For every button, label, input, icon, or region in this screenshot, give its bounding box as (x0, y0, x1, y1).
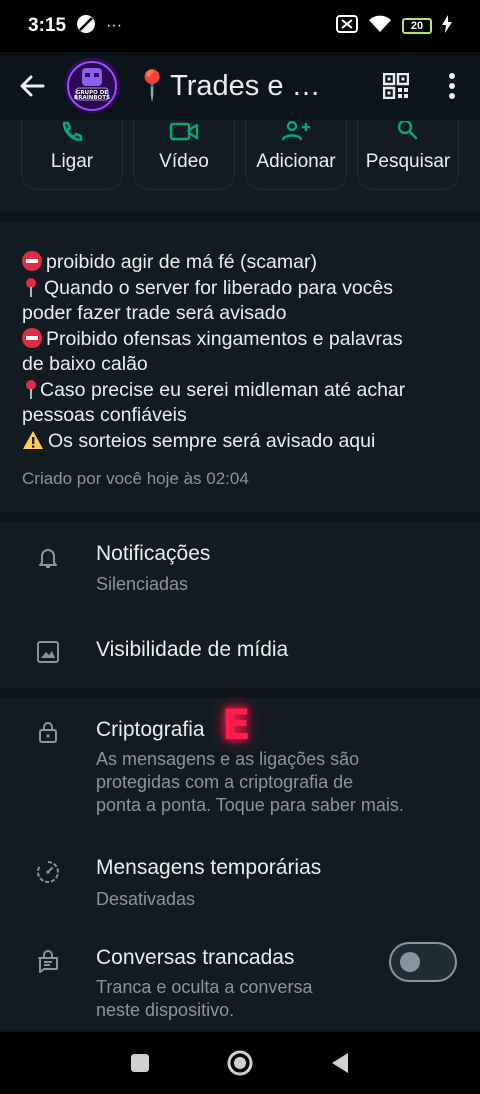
chat-info-header: GRUPO DE BRAINBOTS 📍Trades e pvp (0, 52, 480, 120)
search-button[interactable]: Pesquisar (357, 120, 459, 190)
video-call-button[interactable]: Vídeo (133, 120, 235, 190)
bell-icon (36, 546, 60, 570)
qr-code-icon (383, 73, 409, 99)
section-divider (0, 688, 480, 698)
description-created-meta: Criado por você hoje às 02:04 (22, 469, 249, 488)
search-icon (396, 121, 420, 141)
warning-icon (22, 430, 44, 450)
settings-list: Notificações Silenciadas Visibilidade de… (0, 522, 480, 1030)
description-line: Quando o server for liberado para vocês (22, 276, 458, 302)
wifi-icon (368, 15, 392, 38)
sim-off-icon (336, 14, 358, 38)
notifications-subtitle: Silenciadas (96, 574, 189, 594)
add-person-icon (280, 121, 312, 141)
temporary-messages-title: Mensagens temporárias (96, 856, 322, 879)
overlay-letter: E (222, 700, 251, 749)
call-label: Ligar (50, 151, 94, 172)
back-button[interactable] (0, 52, 64, 120)
no-disturb-icon (76, 14, 96, 39)
lock-icon (36, 720, 60, 744)
notifications-row[interactable]: Notificações Silenciadas (0, 522, 480, 602)
notifications-title: Notificações (96, 542, 211, 565)
arrow-left-icon (20, 75, 45, 97)
call-button[interactable]: Ligar (21, 120, 123, 190)
more-options-button[interactable] (424, 52, 480, 120)
qr-code-button[interactable] (368, 52, 424, 120)
locked-chats-subtitle: Tranca e oculta a conversa neste disposi… (96, 977, 313, 1020)
media-visibility-title: Visibilidade de mídia (96, 638, 289, 661)
more-vert-icon (449, 73, 455, 99)
group-avatar[interactable]: GRUPO DE BRAINBOTS (64, 58, 120, 114)
temporary-messages-row[interactable]: Mensagens temporárias Desativadas (0, 838, 480, 928)
video-icon (169, 121, 199, 141)
status-time: 3:15 (28, 15, 67, 36)
search-label: Pesquisar (365, 151, 451, 172)
recents-button[interactable] (120, 1043, 160, 1083)
svg-text:BRAINBOTS: BRAINBOTS (74, 95, 110, 101)
locked-chats-title: Conversas trancadas (96, 946, 295, 969)
timer-icon (36, 860, 60, 884)
square-icon (131, 1054, 149, 1072)
encryption-subtitle: As mensagens e as ligações são protegida… (96, 749, 404, 815)
battery-indicator: 20 (402, 18, 432, 34)
temporary-messages-subtitle: Desativadas (96, 889, 196, 909)
description-line: Os sorteios sempre será avisado aqui (22, 429, 458, 455)
add-label: Adicionar (256, 151, 336, 172)
locked-chats-toggle[interactable] (389, 942, 457, 982)
description-line: Proibido ofensas xingamentos e palavras (22, 327, 458, 353)
image-icon (36, 640, 60, 664)
quick-actions: Ligar Vídeo Adicionar Pesquisar (0, 120, 480, 212)
charging-icon (442, 14, 452, 38)
section-divider (0, 212, 480, 222)
back-nav-button[interactable] (320, 1043, 360, 1083)
encryption-title: Criptografia (96, 718, 205, 741)
locked-chats-row[interactable]: Conversas trancadas Tranca e oculta a co… (0, 928, 480, 1030)
system-nav-bar (0, 1032, 480, 1094)
section-divider (0, 512, 480, 522)
triangle-back-icon (332, 1053, 348, 1073)
description-line: pessoas confiáveis (22, 404, 187, 426)
group-description[interactable]: proibido agir de má fé (scamar) Quando o… (0, 222, 480, 512)
phone-icon (60, 121, 84, 141)
video-label: Vídeo (159, 151, 209, 172)
no-entry-icon (22, 251, 42, 271)
description-line: poder fazer trade será avisado (22, 302, 287, 324)
home-button[interactable] (220, 1043, 260, 1083)
no-entry-icon (22, 327, 42, 348)
description-line: Caso precise eu serei midleman até achar (22, 378, 458, 404)
status-bar: 3:15 ··· 20 (0, 0, 480, 52)
circle-home-icon (227, 1050, 253, 1076)
group-title[interactable]: 📍Trades e pvp (134, 69, 330, 103)
status-dots: ··· (106, 17, 123, 34)
media-visibility-row[interactable]: Visibilidade de mídia (0, 618, 480, 688)
locked-chat-icon (36, 950, 60, 974)
pushpin-icon (22, 379, 40, 399)
description-line: de baixo calão (22, 353, 148, 375)
add-participant-button[interactable]: Adicionar (245, 120, 347, 190)
pushpin-icon (22, 277, 40, 297)
description-line: proibido agir de má fé (scamar) (22, 250, 458, 276)
